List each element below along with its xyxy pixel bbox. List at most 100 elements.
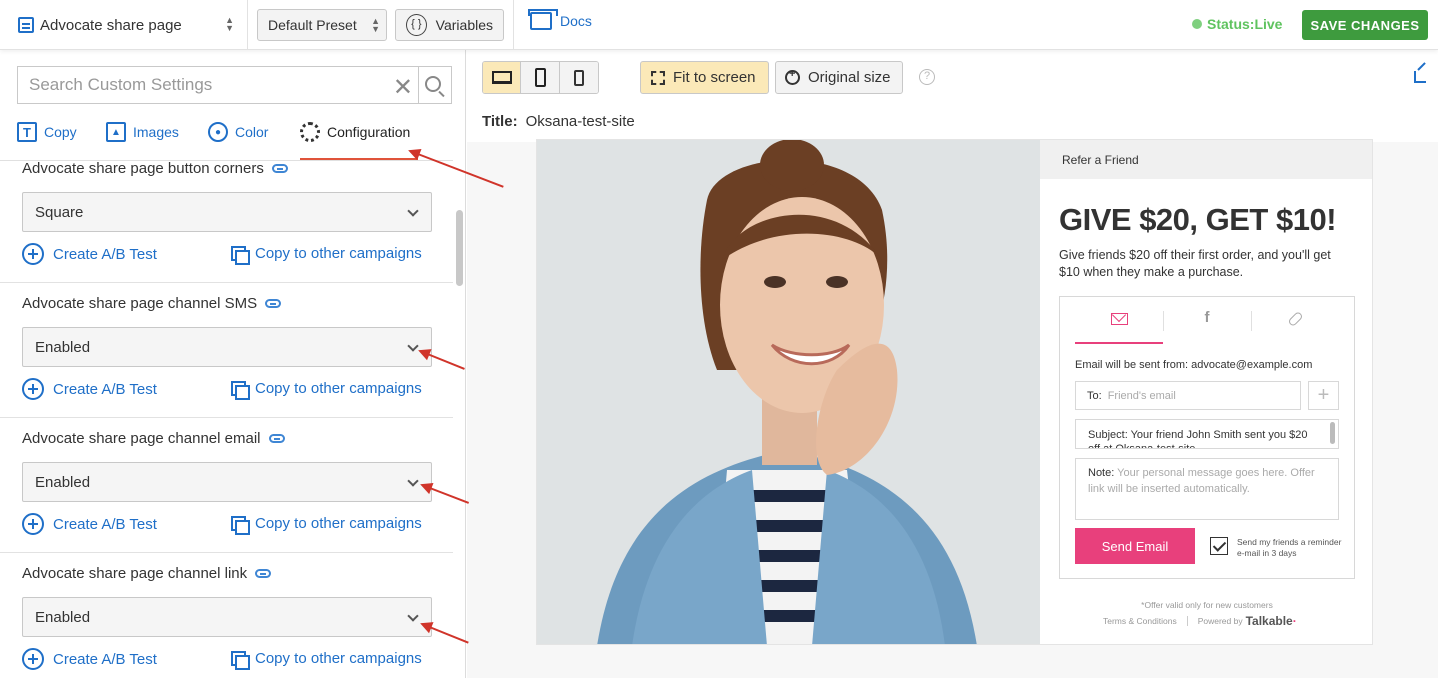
settings-list: Advocate share page button corners Squar… <box>0 160 453 678</box>
refer-header: Refer a Friend <box>1040 140 1372 179</box>
copy-to-campaigns-button[interactable]: Copy to other campaigns <box>231 650 422 670</box>
copy-to-campaigns-button[interactable]: Copy to other campaigns <box>231 245 422 265</box>
desktop-view-button[interactable] <box>483 62 522 93</box>
copy-to-campaigns-button[interactable]: Copy to other campaigns <box>231 380 422 400</box>
create-ab-test-button[interactable]: Create A/B Test <box>22 648 157 670</box>
search-icon[interactable] <box>425 76 441 92</box>
link-icon[interactable] <box>265 299 282 308</box>
copy-campaigns-label: Copy to other campaigns <box>255 650 422 667</box>
tablet-view-button[interactable] <box>521 62 560 93</box>
fit-to-screen-button[interactable]: Fit to screen <box>640 61 769 94</box>
email-share-tab[interactable] <box>1075 309 1163 333</box>
add-email-button[interactable]: + <box>1308 381 1339 410</box>
ab-test-label: Create A/B Test <box>53 650 157 668</box>
chevron-down-icon <box>407 610 419 622</box>
original-size-button[interactable]: Original size <box>775 61 903 94</box>
tab-configuration-label: Configuration <box>327 124 411 140</box>
search-placeholder: Search Custom Settings <box>29 75 213 94</box>
status-dot-icon <box>1192 19 1202 29</box>
send-email-button[interactable]: Send Email <box>1075 528 1195 564</box>
updown-arrows-icon: ▲ ▼ <box>371 16 380 34</box>
plus-circle-icon <box>22 378 44 400</box>
copy-to-campaigns-button[interactable]: Copy to other campaigns <box>231 515 422 535</box>
share-box: f Email will be sent from: advocate@exam… <box>1059 296 1355 579</box>
note-label: Note: <box>1088 467 1115 479</box>
laptop-icon <box>491 71 512 84</box>
setting-channel-email: Advocate share page channel email Enable… <box>0 418 453 553</box>
tab-color[interactable]: ● Color <box>208 122 268 142</box>
docs-label: Docs <box>560 13 592 29</box>
note-field[interactable]: Note: Your personal message goes here. O… <box>1075 458 1339 520</box>
reminder-option[interactable]: Send my friends a reminder e-mail in 3 d… <box>1210 537 1350 559</box>
tab-images[interactable]: ▲ Images <box>106 122 179 142</box>
variables-button[interactable]: { } Variables <box>395 9 504 41</box>
envelope-icon <box>1110 313 1128 325</box>
copy-campaigns-label: Copy to other campaigns <box>255 380 422 397</box>
scrollbar[interactable] <box>456 210 463 286</box>
friend-email-input[interactable]: To: Friend's email <box>1075 381 1301 410</box>
save-changes-button[interactable]: SAVE CHANGES <box>1302 10 1428 40</box>
copy-icon <box>231 650 250 670</box>
setting-channel-sms: Advocate share page channel SMS Enabled … <box>0 283 453 418</box>
docs-link[interactable]: Docs <box>528 9 592 30</box>
reminder-checkbox[interactable] <box>1210 537 1228 555</box>
link-icon[interactable] <box>271 164 288 173</box>
title-value: Oksana-test-site <box>525 113 635 130</box>
mobile-view-button[interactable] <box>559 62 598 93</box>
divider <box>513 0 514 50</box>
to-placeholder: Friend's email <box>1107 389 1176 402</box>
divider <box>247 0 248 50</box>
preview-canvas: Refer a Friend GIVE $20, GET $10! Give f… <box>536 139 1373 645</box>
link-icon[interactable] <box>268 434 285 443</box>
status-indicator: Status:Live <box>1192 16 1282 32</box>
footer-divider <box>1186 616 1188 626</box>
settings-panel: Search Custom Settings ✕ T Copy ▲ Images… <box>0 50 466 678</box>
note-placeholder: Your personal message goes here. Offer l… <box>1088 467 1315 495</box>
setting-select[interactable]: Enabled <box>22 597 432 637</box>
link-icon[interactable] <box>255 569 272 578</box>
copy-icon <box>231 380 250 400</box>
tab-copy[interactable]: T Copy <box>17 122 77 142</box>
preset-label: Default Preset <box>268 17 357 33</box>
setting-button-corners: Advocate share page button corners Squar… <box>0 161 453 283</box>
facebook-share-tab[interactable]: f <box>1163 309 1251 333</box>
text-icon: T <box>17 122 37 142</box>
search-input[interactable]: Search Custom Settings ✕ <box>17 66 452 104</box>
offer-headline: GIVE $20, GET $10! <box>1059 202 1337 237</box>
create-ab-test-button[interactable]: Create A/B Test <box>22 378 157 400</box>
link-share-tab[interactable] <box>1251 309 1339 333</box>
search-divider <box>418 67 419 103</box>
preset-select[interactable]: Default Preset ▲ ▼ <box>257 9 387 41</box>
image-icon: ▲ <box>106 122 126 142</box>
setting-select[interactable]: Square <box>22 192 432 232</box>
copy-icon <box>231 515 250 535</box>
setting-select[interactable]: Enabled <box>22 462 432 502</box>
create-ab-test-button[interactable]: Create A/B Test <box>22 243 157 265</box>
subject-text: Subject: Your friend John Smith sent you… <box>1088 429 1308 449</box>
archive-box-icon <box>528 9 558 30</box>
brand-name: Talkable <box>1245 614 1293 628</box>
widget-footer: Terms & Conditions Powered by Talkable· <box>1103 614 1297 628</box>
offer-subtext: Give friends $20 off their first order, … <box>1059 248 1331 279</box>
chevron-down-icon <box>407 475 419 487</box>
plus-circle-icon <box>22 243 44 265</box>
external-link-icon[interactable] <box>1414 71 1426 83</box>
help-icon[interactable]: ? <box>919 69 935 85</box>
tab-configuration[interactable]: Configuration <box>300 122 410 142</box>
page-select[interactable]: Advocate share page ▲ ▼ <box>18 9 240 41</box>
updown-arrows-icon: ▲ ▼ <box>225 15 234 33</box>
active-share-tab-underline <box>1075 342 1163 344</box>
setting-select[interactable]: Enabled <box>22 327 432 367</box>
subject-field[interactable]: Subject: Your friend John Smith sent you… <box>1075 419 1339 449</box>
page-icon <box>18 17 34 33</box>
hero-photo <box>537 140 1040 644</box>
original-label: Original size <box>808 69 891 86</box>
clear-icon[interactable]: ✕ <box>393 73 413 102</box>
setting-channel-link: Advocate share page channel link Enabled… <box>0 553 453 678</box>
fit-screen-icon <box>651 70 665 85</box>
terms-link[interactable]: Terms & Conditions <box>1103 616 1177 626</box>
create-ab-test-button[interactable]: Create A/B Test <box>22 513 157 535</box>
facebook-icon: f <box>1204 309 1210 326</box>
subject-scrollbar[interactable] <box>1330 422 1335 444</box>
referral-widget: Refer a Friend GIVE $20, GET $10! Give f… <box>1040 140 1372 644</box>
